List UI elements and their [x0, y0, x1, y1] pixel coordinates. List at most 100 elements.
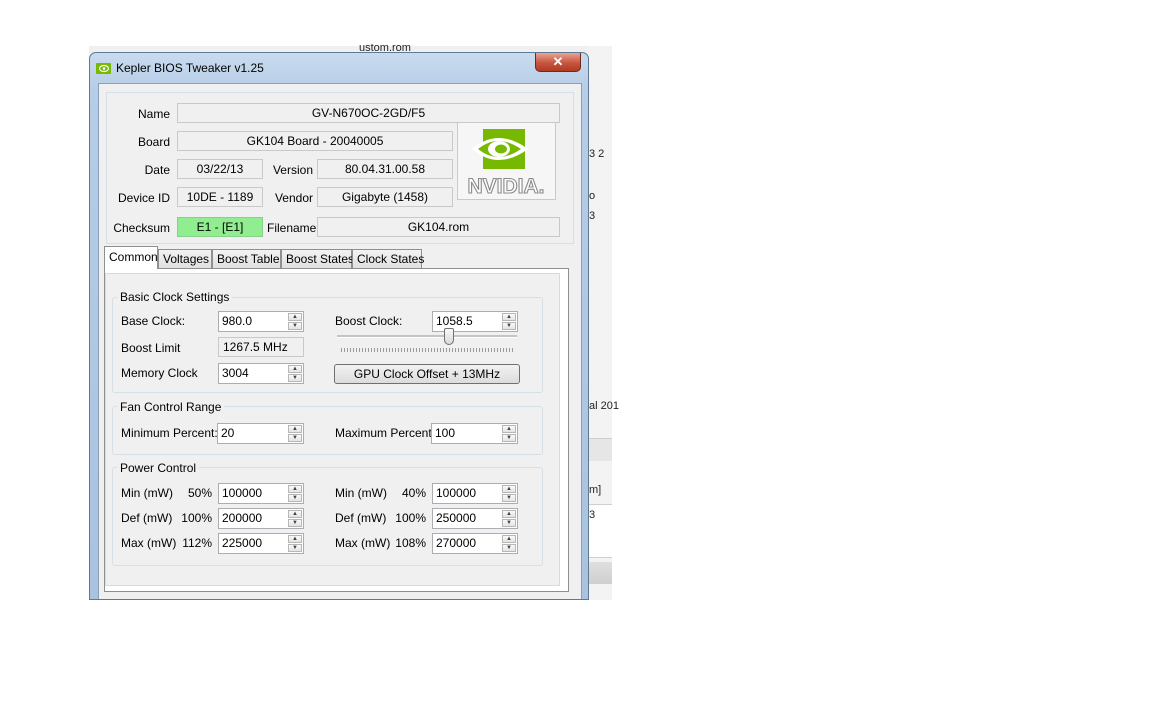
spin-up-icon[interactable]: ▲: [288, 425, 302, 433]
spin-down-icon[interactable]: ▼: [502, 322, 516, 330]
power-max-label-2: Max (mW): [335, 536, 391, 550]
power-max-value-2: 270000: [436, 536, 477, 550]
fan-control-range-title: Fan Control Range: [117, 400, 225, 414]
tab-voltages[interactable]: Voltages: [158, 249, 212, 268]
nvidia-logo: NVIDIA.: [457, 122, 556, 200]
spin-up-icon[interactable]: ▲: [288, 535, 302, 543]
spin-down-icon[interactable]: ▼: [288, 544, 302, 552]
checksum-field[interactable]: E1 - [E1]: [177, 217, 263, 237]
spin-up-icon[interactable]: ▲: [288, 510, 302, 518]
minimum-percent-label: Minimum Percent:: [121, 426, 218, 440]
device-id-field[interactable]: 10DE - 1189: [177, 187, 263, 207]
gpu-clock-offset-button[interactable]: GPU Clock Offset + 13MHz: [334, 364, 520, 384]
background-row: [587, 562, 612, 584]
slider-thumb[interactable]: [444, 328, 454, 345]
window-title: Kepler BIOS Tweaker v1.25: [116, 61, 264, 75]
boost-limit-label: Boost Limit: [121, 341, 181, 355]
maximum-percent-stepper[interactable]: 100 ▲ ▼: [431, 423, 518, 444]
close-button[interactable]: ✕: [535, 53, 581, 72]
power-def-stepper-2[interactable]: 250000 ▲ ▼: [432, 508, 518, 529]
vendor-field[interactable]: Gigabyte (1458): [317, 187, 453, 207]
spin-down-icon[interactable]: ▼: [288, 434, 302, 442]
minimum-percent-value: 20: [221, 426, 235, 440]
nvidia-eye-icon: NVIDIA.: [467, 129, 545, 199]
kepler-bios-tweaker-window: Kepler BIOS Tweaker v1.25 ✕ Name GV-N670…: [89, 52, 589, 600]
background-text: m]: [589, 484, 602, 496]
power-def-percent: 100%: [181, 511, 212, 525]
spin-up-icon[interactable]: ▲: [502, 535, 516, 543]
spin-up-icon[interactable]: ▲: [502, 510, 516, 518]
power-min-stepper[interactable]: 100000 ▲ ▼: [218, 483, 304, 504]
power-max-value: 225000: [222, 536, 263, 550]
power-min-label-2: Min (mW): [335, 486, 387, 500]
power-min-percent: 50%: [187, 486, 212, 500]
background-text: 3 2: [589, 148, 605, 160]
base-clock-value: 980.0: [222, 314, 253, 328]
power-max-percent-2: 108%: [395, 536, 426, 550]
basic-clock-settings-title: Basic Clock Settings: [117, 290, 233, 304]
boost-clock-label: Boost Clock:: [335, 314, 403, 328]
power-min-value-2: 100000: [436, 486, 477, 500]
nvidia-wordmark: NVIDIA.: [467, 175, 544, 198]
tab-boost-states[interactable]: Boost States: [281, 249, 354, 268]
power-def-label: Def (mW): [121, 511, 173, 525]
boost-clock-value: 1058.5: [436, 314, 473, 328]
spin-up-icon[interactable]: ▲: [502, 313, 516, 321]
date-field[interactable]: 03/22/13: [177, 159, 263, 179]
common-tab-content: Basic Clock Settings Base Clock: 980.0 ▲…: [105, 273, 560, 586]
spin-up-icon[interactable]: ▲: [502, 425, 516, 433]
spin-down-icon[interactable]: ▼: [288, 322, 302, 330]
background-text: 3: [589, 210, 596, 222]
power-max-stepper-2[interactable]: 270000 ▲ ▼: [432, 533, 518, 554]
spin-down-icon[interactable]: ▼: [502, 494, 516, 502]
background-row: [587, 438, 612, 461]
tab-clock-states[interactable]: Clock States: [352, 249, 424, 268]
maximum-percent-label: Maximum Percent:: [335, 426, 436, 440]
filename-label: Filename: [267, 221, 317, 235]
memory-clock-label: Memory Clock: [121, 366, 198, 380]
nvidia-app-icon: [96, 63, 111, 74]
spin-up-icon[interactable]: ▲: [288, 485, 302, 493]
name-field[interactable]: GV-N670OC-2GD/F5: [177, 103, 560, 123]
spin-down-icon[interactable]: ▼: [288, 519, 302, 527]
name-label: Name: [137, 107, 170, 121]
spin-down-icon[interactable]: ▼: [288, 374, 302, 382]
vendor-label: Vendor: [274, 191, 313, 205]
base-clock-stepper[interactable]: 980.0 ▲ ▼: [218, 311, 304, 332]
power-def-label-2: Def (mW): [335, 511, 387, 525]
minimum-percent-stepper[interactable]: 20 ▲ ▼: [217, 423, 304, 444]
tab-boost-table[interactable]: Boost Table: [212, 249, 281, 268]
spin-up-icon[interactable]: ▲: [288, 365, 302, 373]
version-field[interactable]: 80.04.31.00.58: [317, 159, 453, 179]
spin-up-icon[interactable]: ▲: [502, 485, 516, 493]
background-text: o: [589, 190, 596, 202]
close-icon: ✕: [552, 54, 564, 69]
dialog-client-area: Name GV-N670OC-2GD/F5 Board GK104 Board …: [98, 83, 582, 599]
power-def-stepper[interactable]: 200000 ▲ ▼: [218, 508, 304, 529]
power-max-stepper[interactable]: 225000 ▲ ▼: [218, 533, 304, 554]
version-label: Version: [272, 163, 313, 177]
power-min-stepper-2[interactable]: 100000 ▲ ▼: [432, 483, 518, 504]
board-label: Board: [137, 135, 170, 149]
power-max-label: Max (mW): [121, 536, 177, 550]
maximum-percent-value: 100: [435, 426, 456, 440]
power-control-title: Power Control: [117, 461, 200, 475]
boost-clock-slider[interactable]: [337, 328, 517, 358]
spin-up-icon[interactable]: ▲: [288, 313, 302, 321]
background-text: 3: [589, 509, 596, 521]
filename-field[interactable]: GK104.rom: [317, 217, 560, 237]
power-min-value: 100000: [222, 486, 263, 500]
memory-clock-stepper[interactable]: 3004 ▲ ▼: [218, 363, 304, 384]
spin-down-icon[interactable]: ▼: [288, 494, 302, 502]
board-field[interactable]: GK104 Board - 20040005: [177, 131, 453, 151]
power-min-label: Min (mW): [121, 486, 173, 500]
spin-down-icon[interactable]: ▼: [502, 519, 516, 527]
spin-down-icon[interactable]: ▼: [502, 434, 516, 442]
power-min-percent-2: 40%: [401, 486, 426, 500]
base-clock-label: Base Clock:: [121, 314, 186, 328]
spin-down-icon[interactable]: ▼: [502, 544, 516, 552]
title-bar[interactable]: Kepler BIOS Tweaker v1.25 ✕: [90, 53, 588, 83]
tab-common[interactable]: Common: [104, 246, 158, 269]
boost-limit-field: 1267.5 MHz: [218, 337, 304, 357]
power-def-value-2: 250000: [436, 511, 477, 525]
